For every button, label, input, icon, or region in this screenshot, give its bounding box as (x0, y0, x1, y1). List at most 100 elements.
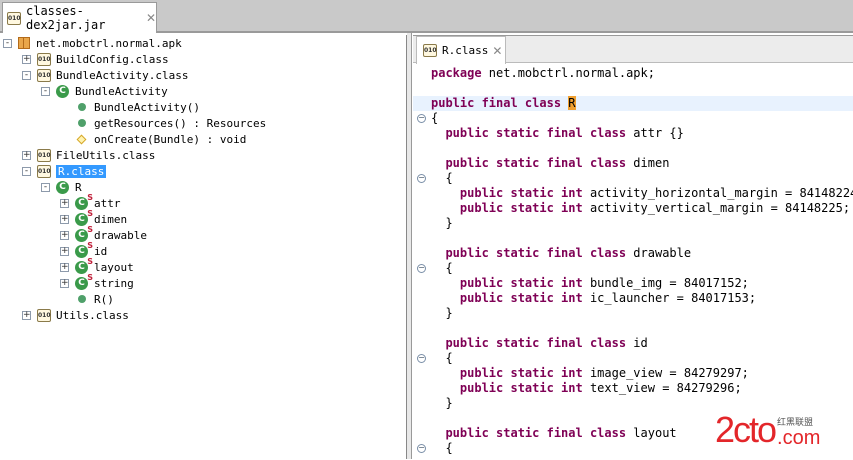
tree-item[interactable]: + Cdimen (60, 207, 127, 227)
close-icon[interactable]: ✕ (492, 44, 502, 58)
tree-item[interactable]: BundleActivity() (60, 99, 200, 115)
code-text: attr {} (626, 126, 684, 140)
code-text: dimen (626, 156, 670, 170)
tab-r-class[interactable]: 010 R.class ✕ (416, 36, 506, 64)
tree-item[interactable]: -010 BundleActivity.class (22, 67, 188, 83)
fold-toggle-icon[interactable]: − (417, 444, 426, 453)
expand-icon[interactable]: + (60, 198, 69, 208)
tree-item[interactable]: + Clayout (60, 255, 134, 275)
keyword: public static final class (445, 246, 627, 260)
tree-item-label: BuildConfig.class (56, 52, 169, 66)
fold-toggle-icon[interactable]: − (417, 114, 426, 123)
tree-item-label: Utils.class (56, 308, 129, 322)
tree-item[interactable]: -CR (41, 179, 82, 195)
expand-icon[interactable]: + (22, 150, 31, 160)
class-file-icon: 010 (37, 52, 51, 66)
keyword: public static int (459, 201, 583, 215)
collapse-icon[interactable]: - (41, 86, 50, 96)
tree-item-label: BundleActivity (75, 84, 168, 98)
keyword: public final class (431, 96, 562, 110)
tree-item[interactable]: - net.mobctrl.normal.apk (3, 35, 182, 51)
code-text: activity_horizontal_margin = 84148224; (582, 186, 853, 200)
tree-item[interactable]: + Cstring (60, 271, 134, 291)
code-text: activity_vertical_margin = 84148225; (582, 201, 851, 215)
expand-icon[interactable]: + (60, 230, 69, 240)
expand-icon[interactable]: + (60, 262, 69, 272)
code-line: public static int text_view = 84279296; (413, 381, 853, 396)
fold-toggle-icon[interactable]: − (417, 264, 426, 273)
tree-item[interactable]: onCreate(Bundle) : void (60, 131, 246, 147)
fold-toggle-icon[interactable]: − (417, 354, 426, 363)
tree-item-label: BundleActivity.class (56, 68, 189, 82)
tree-item-label: getResources() : Resources (94, 116, 267, 130)
code-text: } (431, 306, 453, 320)
code-text: ic_launcher = 84017153; (582, 291, 757, 305)
code-text: bundle_img = 84017152; (582, 276, 749, 290)
watermark-logo: 2cto 红黑联盟 .com (715, 412, 821, 449)
code-line: −{ (413, 111, 853, 126)
class-icon: C (56, 84, 69, 98)
highlighted-identifier: R (568, 96, 576, 110)
tab-title: R.class (442, 44, 489, 57)
split-divider[interactable] (407, 33, 412, 459)
code-text: drawable (626, 246, 692, 260)
code-text: net.mobctrl.normal.apk; (481, 66, 655, 80)
tree-item-label: attr (94, 196, 121, 210)
collapse-icon[interactable]: - (22, 70, 31, 80)
tree-item-label: net.mobctrl.normal.apk (36, 36, 182, 50)
static-class-icon: C (75, 239, 93, 258)
class-tree-panel: - net.mobctrl.normal.apk +010 BuildConfig.c… (0, 35, 407, 459)
tree-item-label: onCreate(Bundle) : void (94, 132, 247, 146)
fold-toggle-icon[interactable]: − (417, 174, 426, 183)
tree-item[interactable]: + Cid (60, 239, 108, 259)
tree-item-label: id (94, 244, 108, 258)
code-line: } (413, 306, 853, 321)
tree-item[interactable]: + Cdrawable (60, 223, 147, 243)
tree-item[interactable]: - C BundleActivity (41, 83, 168, 99)
tab-title: classes-dex2jar.jar (26, 4, 106, 32)
code-text: { (431, 441, 453, 455)
code-line: public final class R (413, 96, 853, 111)
code-editor[interactable]: package net.mobctrl.normal.apk; public fi… (413, 66, 853, 460)
code-line: − { (413, 351, 853, 366)
collapse-icon[interactable]: - (41, 182, 50, 192)
code-line: − { (413, 261, 853, 276)
expand-icon[interactable]: + (60, 246, 69, 256)
tree-item[interactable]: -010 R.class (22, 163, 107, 179)
expand-icon[interactable]: + (22, 310, 31, 320)
tab-classes-dex2jar[interactable]: 010 classes-dex2jar.jar ✕ (2, 2, 157, 33)
code-text: } (431, 396, 453, 410)
tree-item-label: drawable (94, 228, 147, 242)
collapse-icon[interactable]: - (22, 166, 31, 176)
code-text: image_view = 84279297; (582, 366, 749, 380)
protected-method-icon (76, 134, 87, 144)
keyword: public static int (459, 366, 583, 380)
tree-item[interactable]: +010 Utils.class (22, 307, 129, 323)
expand-icon[interactable]: + (22, 54, 31, 64)
collapse-icon[interactable]: - (3, 38, 12, 48)
tree-item[interactable]: R() (60, 291, 114, 307)
tree-item[interactable]: +010 BuildConfig.class (22, 51, 169, 67)
expand-icon[interactable]: + (60, 214, 69, 224)
watermark-suffix: .com (777, 427, 821, 449)
expand-icon[interactable]: + (60, 278, 69, 288)
static-class-icon: C (75, 191, 93, 210)
close-icon[interactable]: ✕ (146, 11, 156, 25)
code-line: } (413, 396, 853, 411)
static-class-icon: C (75, 223, 93, 242)
class-file-icon: 010 (423, 44, 437, 57)
public-method-icon (78, 103, 86, 111)
tree-item-label: R.class (56, 164, 107, 178)
tree-item[interactable]: +010 FileUtils.class (22, 147, 155, 163)
tree-item[interactable]: getResources() : Resources (60, 115, 266, 131)
